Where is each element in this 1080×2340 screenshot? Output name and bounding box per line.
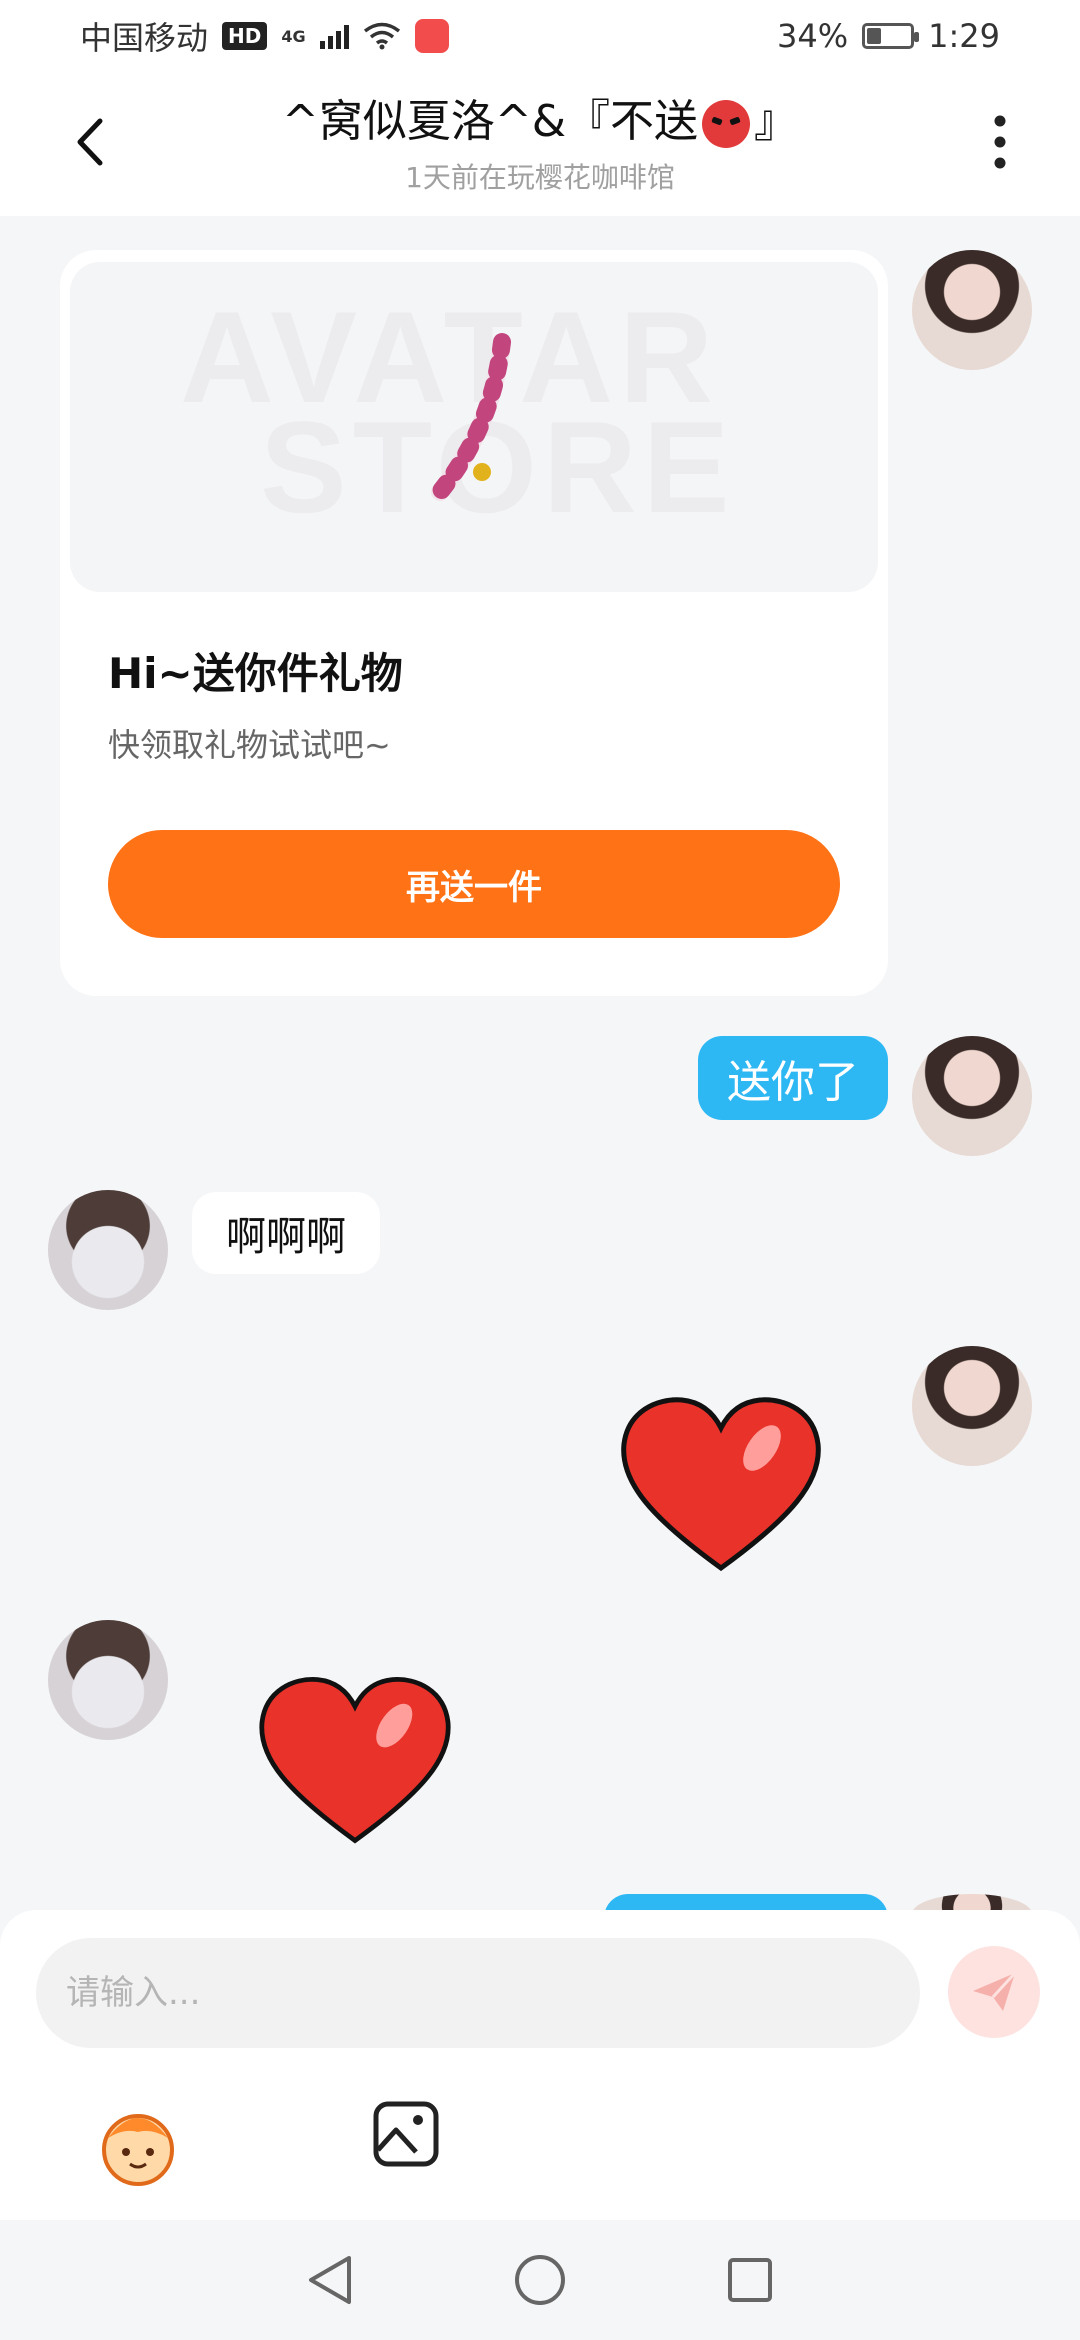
my-avatar[interactable]	[912, 1036, 1032, 1156]
nav-home-button[interactable]	[510, 2250, 570, 2310]
message-input[interactable]	[36, 1938, 920, 2048]
chat-subtitle: 1天前在玩樱花咖啡馆	[405, 161, 675, 194]
gift-card[interactable]: AVATAR STORE Hi~送你件礼物 快领取礼物试试吧~ 再送一件	[60, 250, 888, 996]
back-button[interactable]	[60, 112, 120, 172]
chat-title-text: ^窝似夏洛^&『不送	[281, 96, 699, 147]
hd-badge: HD	[222, 22, 268, 50]
cat-tail-gift-icon	[431, 333, 511, 501]
battery-percent: 34%	[777, 17, 849, 55]
heart-sticker[interactable]	[612, 1390, 830, 1580]
carrier-name: 中国移动	[80, 19, 209, 57]
contact-avatar[interactable]	[48, 1190, 168, 1310]
clock: 1:29	[928, 17, 1000, 55]
nav-back-icon	[309, 2256, 351, 2304]
image-button[interactable]	[370, 2098, 442, 2170]
battery-icon	[862, 23, 920, 49]
my-avatar[interactable]	[912, 250, 1032, 370]
status-right: 34% 1:29	[777, 17, 1000, 55]
send-another-gift-button[interactable]: 再送一件	[108, 830, 840, 938]
gift-title: Hi~送你件礼物	[108, 649, 403, 698]
chat-title-end: 』	[754, 96, 799, 147]
status-bar: 中国移动 HD 4G 34% 1:29	[0, 0, 1080, 72]
message-bubble-received[interactable]: 啊啊啊	[192, 1192, 380, 1274]
chat-header: ^窝似夏洛^&『不送 』 1天前在玩樱花咖啡馆	[0, 72, 1080, 216]
back-icon	[77, 118, 103, 166]
gift-description: 快领取礼物试试吧~	[108, 726, 391, 764]
emoji-button[interactable]	[92, 2098, 184, 2190]
contact-avatar[interactable]	[48, 1620, 168, 1740]
my-avatar[interactable]	[912, 1346, 1032, 1466]
system-nav-bar	[0, 2220, 1080, 2340]
message-bubble-sent[interactable]: 送你了	[698, 1036, 888, 1120]
signal-icon	[319, 23, 349, 49]
more-options-button[interactable]	[970, 112, 1030, 172]
nav-recent-icon	[728, 2258, 772, 2302]
composer-panel	[0, 1910, 1080, 2220]
nav-home-icon	[515, 2255, 565, 2305]
image-icon	[373, 2101, 439, 2167]
network-type: 4G	[281, 26, 306, 46]
heart-sticker[interactable]	[250, 1670, 460, 1852]
title-block: ^窝似夏洛^&『不送 』 1天前在玩樱花咖啡馆	[150, 94, 930, 196]
more-vertical-icon	[994, 115, 1006, 169]
status-left: 中国移动 HD 4G	[80, 13, 449, 59]
send-icon	[973, 1971, 1017, 2011]
nav-recent-button[interactable]	[720, 2250, 780, 2310]
angry-face-icon	[702, 100, 751, 148]
chat-title: ^窝似夏洛^&『不送 』	[150, 94, 930, 150]
emoji-icon	[102, 2114, 174, 2186]
wifi-icon	[363, 22, 400, 50]
send-button[interactable]	[948, 1946, 1040, 2038]
message-text: 送你了	[727, 1057, 859, 1108]
gift-image: AVATAR STORE	[70, 262, 878, 592]
message-text: 啊啊啊	[226, 1214, 346, 1260]
nav-back-button[interactable]	[300, 2250, 360, 2310]
app-notification-icon	[414, 19, 449, 53]
